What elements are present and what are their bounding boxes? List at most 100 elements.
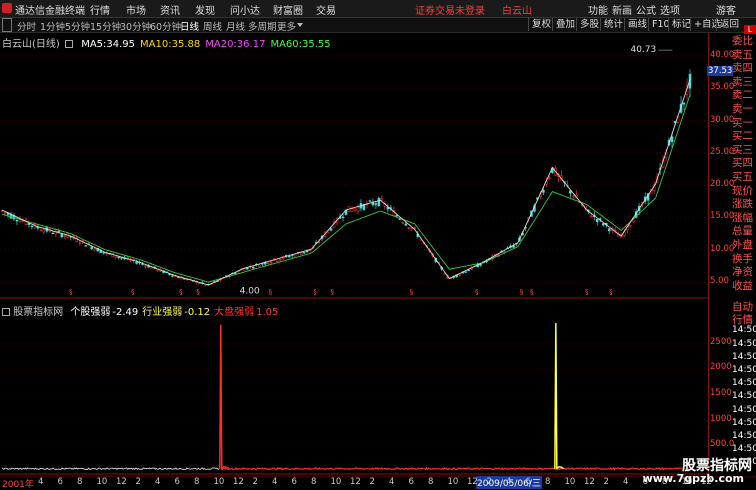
tick-time-label: 14:50 bbox=[732, 365, 756, 375]
candle-body bbox=[30, 225, 34, 228]
tool-adjust-button[interactable]: 复权 bbox=[528, 18, 554, 31]
period-tab-more[interactable]: 更多 bbox=[277, 19, 296, 33]
candle-body bbox=[198, 282, 201, 285]
tick-time-label: 14:50 bbox=[732, 378, 756, 389]
candle-body bbox=[302, 252, 306, 254]
event-marker: § bbox=[585, 288, 589, 296]
month-tick-label: 8 bbox=[545, 477, 551, 487]
price-tick-label: 25.00 bbox=[710, 146, 735, 157]
period-tab-1min[interactable]: 1分钟 bbox=[40, 19, 65, 33]
period-tab-60min[interactable]: 60分钟 bbox=[150, 19, 181, 33]
candle-body bbox=[39, 229, 43, 232]
menu-item-formula[interactable]: 公式 bbox=[636, 2, 656, 17]
period-tab-daily[interactable]: 日线 bbox=[180, 19, 199, 33]
tool-overlay-button[interactable]: 叠加 bbox=[552, 18, 578, 31]
indicator-chart[interactable] bbox=[0, 313, 708, 475]
menu-item-options[interactable]: 选项 bbox=[660, 2, 680, 17]
menu-item-market-quotes[interactable]: 行情 bbox=[90, 2, 110, 17]
event-marker: § bbox=[196, 288, 200, 296]
event-marker: § bbox=[269, 288, 273, 296]
current-price-tag: 37.53 bbox=[707, 65, 734, 76]
month-tick-label: 12 bbox=[584, 477, 595, 487]
tool-draw-button[interactable]: 画线 bbox=[624, 18, 650, 31]
candle-body bbox=[269, 261, 273, 264]
candle-body bbox=[407, 227, 411, 229]
period-tab-5min[interactable]: 5分钟 bbox=[65, 19, 90, 33]
tick-time-label: 14:50 bbox=[732, 431, 756, 441]
tool-stats-button[interactable]: 统计 bbox=[600, 18, 626, 31]
ma-legend: MA5:34.95 MA10:35.88 MA20:36.17 MA60:35.55 bbox=[76, 39, 330, 50]
guest-label[interactable]: 游客 bbox=[716, 2, 736, 17]
tick-time-label: 14:50 bbox=[732, 325, 756, 336]
tick-time-label: 14:50 bbox=[732, 404, 756, 415]
month-tick-label: 8 bbox=[311, 477, 317, 487]
candle-body bbox=[350, 208, 354, 212]
tool-multi-stock-button[interactable]: 多股 bbox=[576, 18, 602, 31]
year-label: 2001年 bbox=[2, 480, 34, 490]
candle-body bbox=[458, 274, 461, 276]
month-tick-label: 4 bbox=[38, 477, 44, 487]
quote-side-panel[interactable]: 委比 卖五 卖四 卖三 卖二 卖一 买一 买二 买三 买四 买五 现价 涨跌 涨幅 总量 外盘 换手 净资 收益 自动… bbox=[732, 33, 756, 475]
candle-body bbox=[590, 215, 593, 218]
login-warning[interactable]: 证券交易未登录 bbox=[415, 2, 485, 17]
chevron-down-icon[interactable] bbox=[297, 23, 303, 27]
menu-item-news[interactable]: 资讯 bbox=[160, 2, 180, 17]
candle-body bbox=[51, 232, 55, 235]
ma-legend-item: MA60: bbox=[270, 39, 302, 50]
menu-item-new-draw[interactable]: 新画 bbox=[612, 2, 632, 17]
month-tick-label: 12 bbox=[233, 477, 244, 487]
tick-time-label: 14:50 bbox=[732, 338, 756, 349]
month-tick-label: 2 bbox=[252, 477, 258, 487]
candle-body bbox=[278, 259, 282, 261]
side-panel-badge[interactable]: L bbox=[744, 25, 756, 34]
month-tick-label: 4 bbox=[389, 477, 395, 487]
month-tick-label: 4 bbox=[623, 477, 629, 487]
candle-body bbox=[602, 223, 605, 226]
price-tick-label: 10.00 bbox=[710, 243, 735, 254]
indicator-header: 股票指标网 个股强弱 -2.49 行业强弱 -0.12 大盘强弱 1.05 bbox=[2, 303, 278, 318]
month-tick-label: 4 bbox=[506, 477, 512, 487]
candle-body bbox=[374, 203, 378, 205]
settings-box-icon[interactable] bbox=[65, 40, 73, 48]
menu-item-wealth[interactable]: 财富圈 bbox=[273, 2, 303, 17]
candle-body bbox=[368, 200, 372, 202]
tool-back-button[interactable]: 返回 bbox=[716, 18, 742, 31]
candle-body bbox=[78, 242, 82, 244]
period-tab-15min[interactable]: 15分钟 bbox=[90, 19, 121, 33]
app-title: 通达信金融终端 bbox=[15, 6, 85, 17]
candle-body bbox=[63, 235, 67, 237]
kline-chart[interactable]: § § § § § § § § § § § § § 40.73 4.00 bbox=[0, 33, 708, 299]
indicator-settings-icon[interactable] bbox=[2, 308, 10, 316]
indicator-legend-value: -0.12 bbox=[184, 307, 211, 318]
menu-item-ask[interactable]: 问小达 bbox=[230, 2, 260, 17]
month-tick-label: 12 bbox=[116, 477, 127, 487]
candle-body bbox=[572, 195, 575, 198]
month-tick-label: 10 bbox=[96, 477, 108, 487]
indicator-tick-label: 500.0 bbox=[710, 439, 735, 450]
indicator-spike bbox=[554, 323, 565, 470]
event-marker: § bbox=[69, 288, 73, 296]
menu-item-function[interactable]: 功能 bbox=[588, 2, 608, 17]
period-tab-30min[interactable]: 30分钟 bbox=[120, 19, 151, 33]
period-tab-intraday[interactable]: 分时 bbox=[17, 19, 36, 33]
period-tab-weekly[interactable]: 周线 bbox=[203, 19, 222, 33]
candle-body bbox=[252, 267, 255, 269]
indicator-tick-label: 1500 bbox=[710, 388, 732, 398]
menu-item-trade[interactable]: 交易 bbox=[316, 2, 336, 17]
candle-body bbox=[356, 206, 360, 212]
event-marker: § bbox=[609, 288, 613, 296]
candle-body bbox=[682, 102, 686, 105]
indicator-legend-item: 行业强弱 bbox=[142, 307, 183, 318]
app-logo-icon bbox=[2, 3, 12, 13]
month-tick-label: 4 bbox=[155, 477, 161, 487]
period-tab-monthly[interactable]: 月线 bbox=[226, 19, 245, 33]
month-tick-label: 8 bbox=[77, 477, 83, 487]
menu-item-discover[interactable]: 发现 bbox=[195, 2, 215, 17]
menu-item-market[interactable]: 市场 bbox=[126, 2, 146, 17]
ma-legend-value: 34.95 bbox=[106, 39, 136, 50]
indicator-tick-label: 2000 bbox=[710, 362, 732, 373]
period-tab-multi[interactable]: 多周期 bbox=[248, 19, 277, 33]
ma-legend-value: 35.88 bbox=[171, 39, 201, 50]
panel-toggle-icon[interactable] bbox=[2, 18, 12, 32]
high-price-label: 40.73 bbox=[630, 45, 656, 55]
